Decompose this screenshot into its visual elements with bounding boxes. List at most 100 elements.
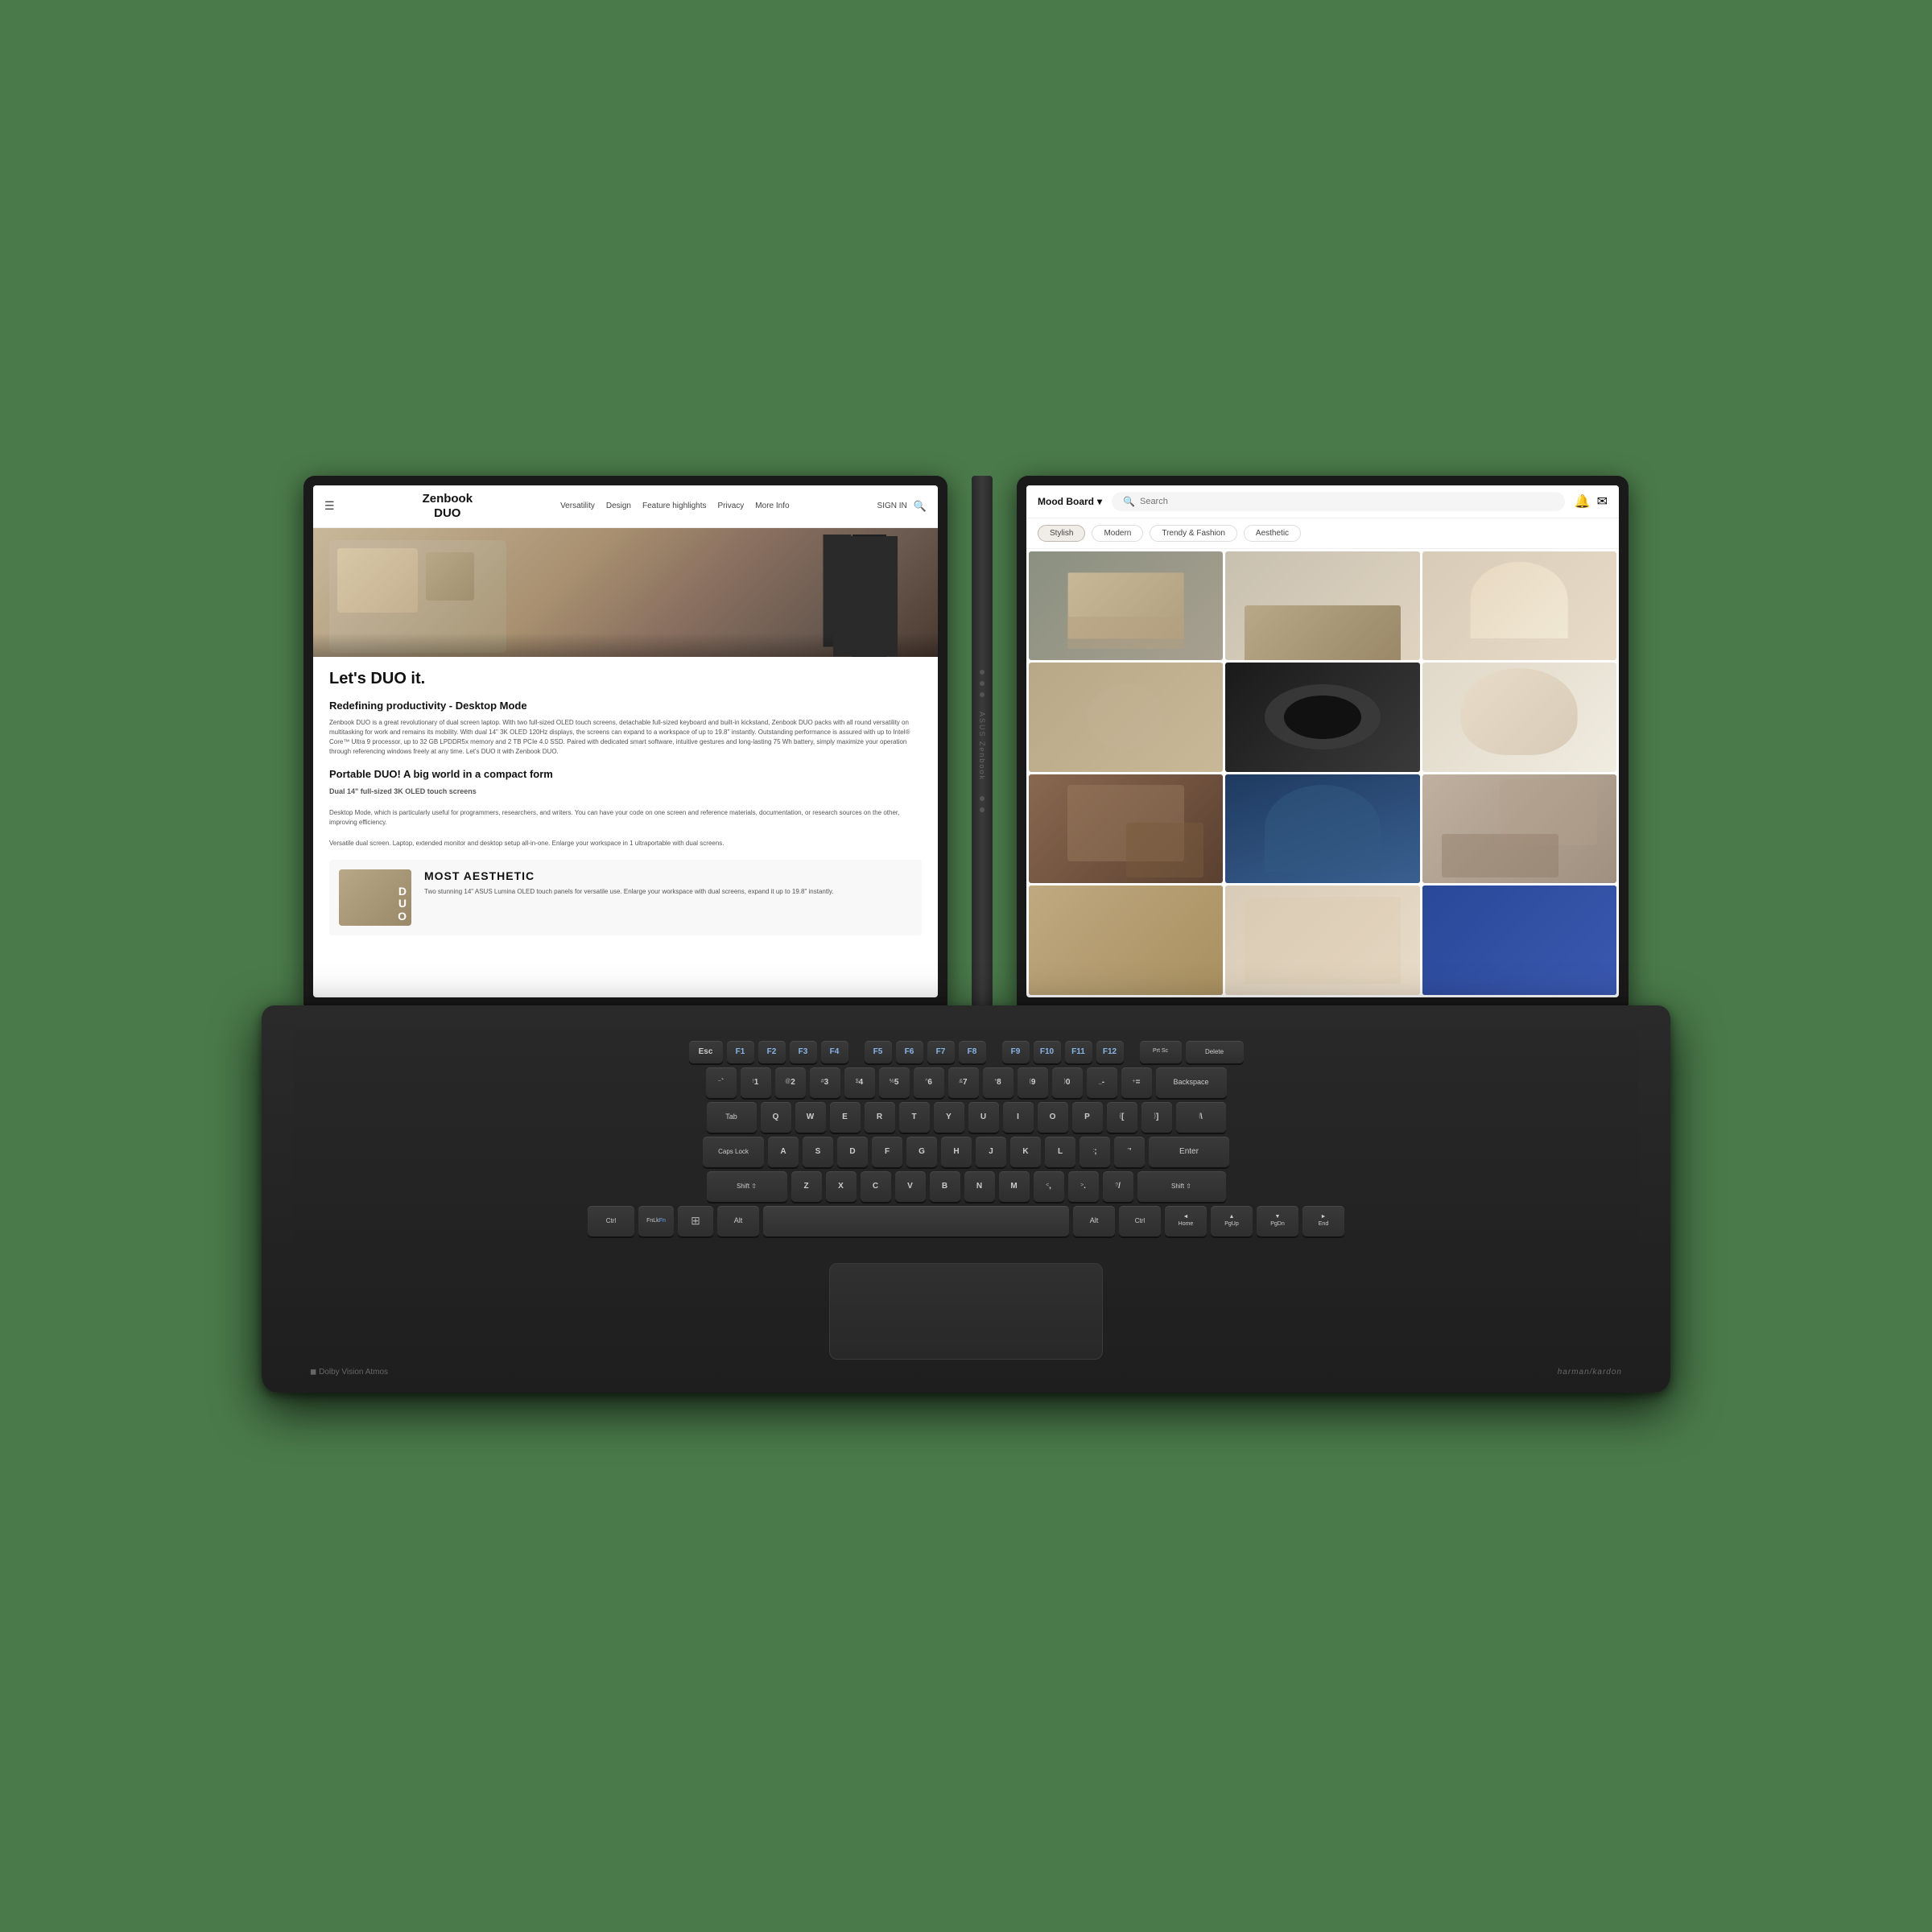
key-1[interactable]: !1 (741, 1067, 771, 1098)
mood-image-9[interactable] (1422, 774, 1616, 884)
mood-image-11[interactable] (1225, 886, 1419, 995)
key-backslash[interactable]: |\ (1176, 1102, 1226, 1133)
key-f1[interactable]: F1 (727, 1041, 754, 1063)
mood-image-5[interactable] (1225, 663, 1419, 772)
mood-image-6[interactable] (1422, 663, 1616, 772)
key-slash[interactable]: ?/ (1103, 1171, 1133, 1202)
mood-board-button[interactable]: Mood Board ▾ (1038, 496, 1102, 507)
key-r[interactable]: R (865, 1102, 895, 1133)
key-space[interactable] (763, 1206, 1069, 1236)
key-delete[interactable]: Delete (1186, 1041, 1244, 1063)
nav-link-more[interactable]: More Info (755, 502, 789, 510)
bell-icon[interactable]: 🔔 (1575, 493, 1591, 510)
mood-image-1[interactable] (1029, 551, 1223, 661)
key-fnlk[interactable]: FnLkFn (638, 1206, 674, 1236)
key-0[interactable]: )0 (1052, 1067, 1083, 1098)
key-prtsc[interactable]: Prt Sc (1140, 1041, 1182, 1063)
tag-modern[interactable]: Modern (1092, 525, 1143, 542)
key-5[interactable]: %5 (879, 1067, 910, 1098)
key-lbracket[interactable]: {[ (1107, 1102, 1137, 1133)
key-home[interactable]: ◄Home (1165, 1206, 1207, 1236)
tag-aesthetic[interactable]: Aesthetic (1244, 525, 1301, 542)
key-pgup[interactable]: ▲PgUp (1211, 1206, 1253, 1236)
key-quote[interactable]: "' (1114, 1137, 1145, 1167)
key-ralt[interactable]: Alt (1073, 1206, 1115, 1236)
key-f8[interactable]: F8 (959, 1041, 986, 1063)
key-win[interactable]: ⊞ (678, 1206, 713, 1236)
key-tab[interactable]: Tab (707, 1102, 757, 1133)
nav-link-design[interactable]: Design (606, 502, 631, 510)
key-f[interactable]: F (872, 1137, 902, 1167)
key-minus[interactable]: _- (1087, 1067, 1117, 1098)
key-9[interactable]: (9 (1018, 1067, 1048, 1098)
key-v[interactable]: V (895, 1171, 926, 1202)
key-u[interactable]: U (968, 1102, 999, 1133)
mail-icon[interactable]: ✉ (1597, 493, 1608, 510)
key-g[interactable]: G (906, 1137, 937, 1167)
key-i[interactable]: I (1003, 1102, 1034, 1133)
key-q[interactable]: Q (761, 1102, 791, 1133)
key-2[interactable]: @2 (775, 1067, 806, 1098)
key-7[interactable]: &7 (948, 1067, 979, 1098)
key-capslock[interactable]: Caps Lock (703, 1137, 764, 1167)
key-f4[interactable]: F4 (821, 1041, 848, 1063)
key-equals[interactable]: += (1121, 1067, 1152, 1098)
search-icon-left[interactable]: 🔍 (914, 500, 927, 513)
key-x[interactable]: X (826, 1171, 857, 1202)
key-lalt[interactable]: Alt (717, 1206, 759, 1236)
key-f10[interactable]: F10 (1034, 1041, 1061, 1063)
search-bar[interactable]: 🔍 (1112, 492, 1565, 511)
key-enter[interactable]: Enter (1149, 1137, 1229, 1167)
key-w[interactable]: W (795, 1102, 826, 1133)
key-l[interactable]: L (1045, 1137, 1075, 1167)
key-rbracket[interactable]: }] (1141, 1102, 1172, 1133)
key-f3[interactable]: F3 (790, 1041, 817, 1063)
key-3[interactable]: #3 (810, 1067, 840, 1098)
key-f9[interactable]: F9 (1002, 1041, 1030, 1063)
nav-link-features[interactable]: Feature highlights (642, 502, 707, 510)
key-esc[interactable]: Esc (689, 1041, 723, 1063)
mood-image-10[interactable] (1029, 886, 1223, 995)
sign-in-button[interactable]: SIGN IN (877, 502, 907, 510)
key-m[interactable]: M (999, 1171, 1030, 1202)
mood-image-4[interactable] (1029, 663, 1223, 772)
mood-image-7[interactable] (1029, 774, 1223, 884)
key-comma[interactable]: <, (1034, 1171, 1064, 1202)
mood-image-12[interactable] (1422, 886, 1616, 995)
key-d[interactable]: D (837, 1137, 868, 1167)
key-rshift[interactable]: Shift ⇧ (1137, 1171, 1226, 1202)
key-b[interactable]: B (930, 1171, 960, 1202)
key-f2[interactable]: F2 (758, 1041, 786, 1063)
key-f5[interactable]: F5 (865, 1041, 892, 1063)
key-j[interactable]: J (976, 1137, 1006, 1167)
mood-image-3[interactable] (1422, 551, 1616, 661)
key-p[interactable]: P (1072, 1102, 1103, 1133)
tag-stylish[interactable]: Stylish (1038, 525, 1085, 542)
nav-link-privacy[interactable]: Privacy (718, 502, 745, 510)
key-backspace[interactable]: Backspace (1156, 1067, 1227, 1098)
key-lctrl[interactable]: Ctrl (588, 1206, 634, 1236)
key-c[interactable]: C (861, 1171, 891, 1202)
key-lshift[interactable]: Shift ⇧ (707, 1171, 787, 1202)
key-o[interactable]: O (1038, 1102, 1068, 1133)
key-pgdn[interactable]: ▼PgDn (1257, 1206, 1298, 1236)
key-k[interactable]: K (1010, 1137, 1041, 1167)
key-4[interactable]: $4 (844, 1067, 875, 1098)
key-end[interactable]: ►End (1302, 1206, 1344, 1236)
search-input[interactable] (1140, 497, 1554, 506)
hamburger-icon[interactable]: ☰ (324, 499, 335, 513)
key-t[interactable]: T (899, 1102, 930, 1133)
mood-image-8[interactable] (1225, 774, 1419, 884)
key-backtick[interactable]: ~` (706, 1067, 737, 1098)
key-rctrl[interactable]: Ctrl (1119, 1206, 1161, 1236)
key-s[interactable]: S (803, 1137, 833, 1167)
key-8[interactable]: *8 (983, 1067, 1013, 1098)
key-z[interactable]: Z (791, 1171, 822, 1202)
key-n[interactable]: N (964, 1171, 995, 1202)
key-period[interactable]: >. (1068, 1171, 1099, 1202)
key-semicolon[interactable]: :; (1080, 1137, 1110, 1167)
mood-image-2[interactable] (1225, 551, 1419, 661)
tag-trendy[interactable]: Trendy & Fashion (1150, 525, 1237, 542)
key-f7[interactable]: F7 (927, 1041, 955, 1063)
key-f6[interactable]: F6 (896, 1041, 923, 1063)
